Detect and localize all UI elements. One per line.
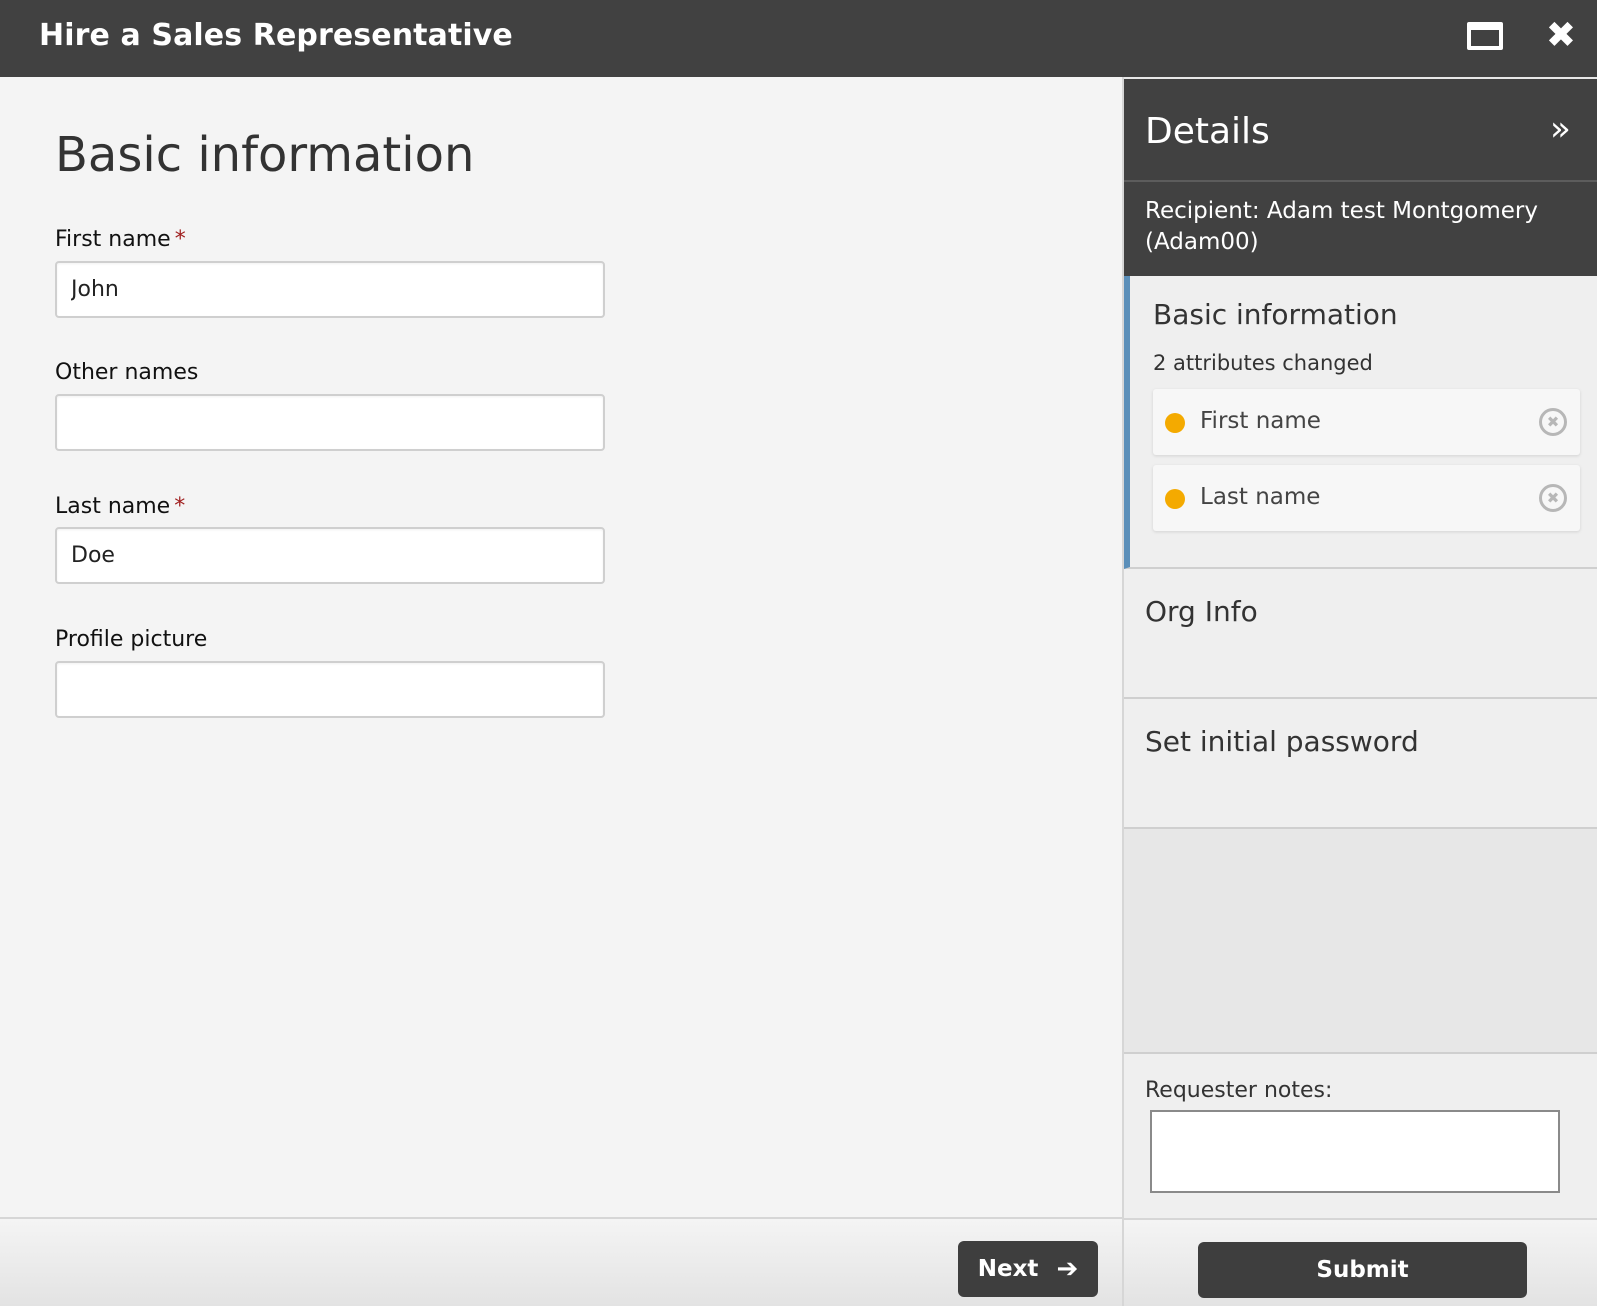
arrow-right-icon: ➔ — [1056, 1254, 1079, 1284]
close-icon[interactable]: ✖ — [1543, 16, 1579, 56]
other-names-field[interactable] — [55, 394, 605, 451]
section-basic-information[interactable]: Basic information 2 attributes changed F… — [1124, 276, 1597, 569]
last-name-field[interactable] — [55, 527, 605, 584]
status-dot — [1165, 413, 1185, 433]
changes-summary: 2 attributes changed — [1153, 351, 1373, 375]
title-bar: Hire a Sales Representative ✖ — [0, 0, 1597, 77]
other-names-label: Other names — [55, 360, 199, 385]
required-marker: * — [174, 227, 186, 252]
window-maximize-icon[interactable] — [1467, 22, 1503, 50]
changed-attribute-label: First name — [1200, 408, 1321, 434]
required-marker: * — [174, 494, 186, 519]
profile-picture-label: Profile picture — [55, 627, 208, 652]
form-footer: Next ➔ — [0, 1217, 1122, 1306]
changed-attribute-first-name[interactable]: First name ✖ — [1153, 389, 1580, 455]
remove-icon[interactable]: ✖ — [1539, 484, 1567, 512]
page-title: Basic information — [55, 127, 475, 183]
first-name-field[interactable] — [55, 261, 605, 318]
submit-button[interactable]: Submit — [1198, 1242, 1527, 1298]
recipient-info: Recipient: Adam test Montgomery (Adam00) — [1124, 182, 1597, 276]
requester-notes-label: Requester notes: — [1145, 1078, 1333, 1103]
status-dot — [1165, 489, 1185, 509]
remove-icon[interactable]: ✖ — [1539, 408, 1567, 436]
requester-notes: Requester notes: — [1124, 1052, 1597, 1218]
section-title: Set initial password — [1145, 725, 1419, 758]
next-button[interactable]: Next ➔ — [958, 1241, 1098, 1297]
section-org-info[interactable]: Org Info — [1124, 569, 1597, 699]
double-chevron-right-icon[interactable]: » — [1550, 109, 1571, 149]
first-name-label: First name * — [55, 227, 186, 252]
details-sidebar: Details » Recipient: Adam test Montgomer… — [1122, 77, 1597, 1306]
last-name-label: Last name * — [55, 494, 186, 519]
changed-attribute-last-name[interactable]: Last name ✖ — [1153, 465, 1580, 531]
section-title: Basic information — [1153, 298, 1398, 331]
details-header: Details » — [1124, 79, 1597, 182]
window-title: Hire a Sales Representative — [39, 18, 513, 53]
details-footer: Submit — [1124, 1218, 1597, 1306]
changed-attribute-label: Last name — [1200, 484, 1321, 510]
section-title: Org Info — [1145, 595, 1258, 628]
next-button-label: Next — [977, 1256, 1039, 1282]
profile-picture-field[interactable] — [55, 661, 605, 718]
section-set-initial-password[interactable]: Set initial password — [1124, 699, 1597, 829]
form-panel: Basic information First name* Other name… — [0, 77, 1122, 1217]
details-title: Details — [1145, 111, 1270, 152]
requester-notes-field[interactable] — [1150, 1110, 1560, 1193]
